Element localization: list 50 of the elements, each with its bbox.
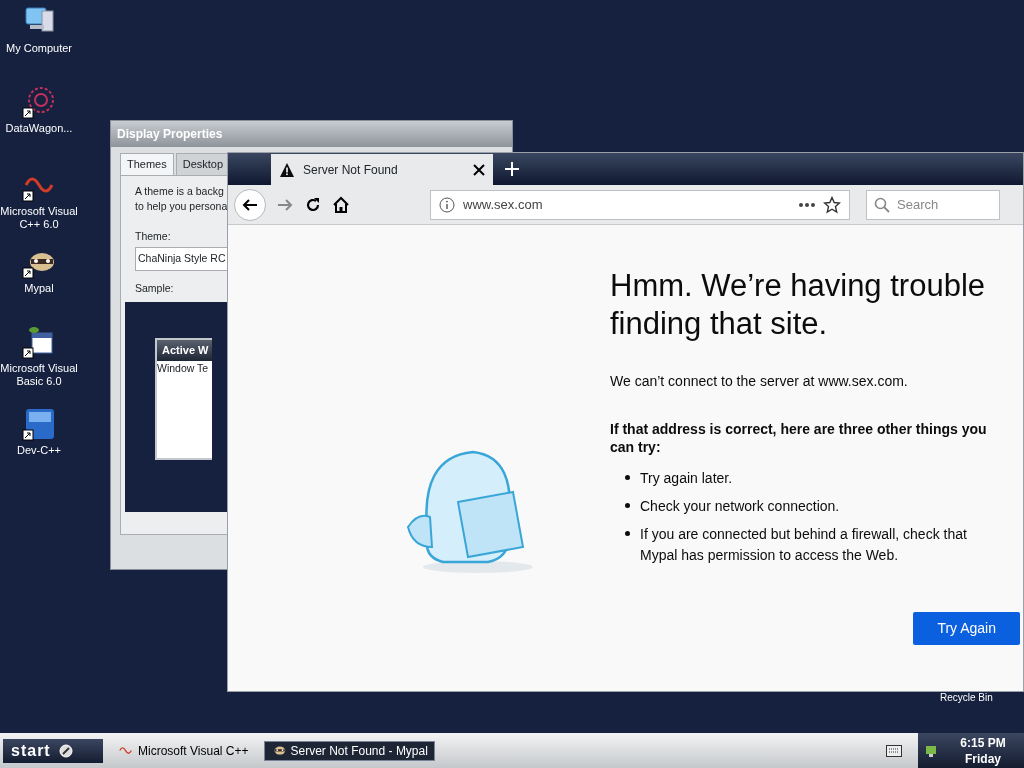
- icon-label[interactable]: Microsoft Visual C++ 6.0: [0, 205, 78, 231]
- field-label: Sample:: [135, 280, 175, 296]
- keyboard-icon: [886, 744, 902, 757]
- browser-tab[interactable]: Server Not Found: [271, 154, 493, 185]
- close-icon[interactable]: [473, 163, 485, 176]
- start-button[interactable]: start: [3, 738, 103, 763]
- description-text: to help you persona: [135, 199, 227, 215]
- bullet-icon: [625, 503, 630, 508]
- suggestion-item: Try again later.: [640, 469, 733, 488]
- star-icon: [823, 195, 841, 214]
- logo-icon: [58, 743, 73, 758]
- tab[interactable]: Themes: [120, 153, 174, 175]
- tab[interactable]: Desktop: [175, 153, 227, 175]
- computer-icon[interactable]: [25, 7, 54, 32]
- plus-icon[interactable]: [504, 161, 520, 177]
- error-heading: Hmm. We’re having trouble finding that site.: [610, 267, 986, 343]
- icon-label[interactable]: My Computer: [6, 42, 72, 55]
- home-icon[interactable]: [332, 195, 350, 214]
- icon-label[interactable]: Dev-C++: [17, 444, 61, 457]
- more-icon: [799, 202, 815, 207]
- sample-window-text: Window Te: [157, 360, 210, 376]
- tab-title: Server Not Found: [303, 161, 399, 179]
- sample-window-title: Active W: [157, 340, 212, 361]
- info-icon: [439, 196, 455, 213]
- try-again-button[interactable]: Try Again: [913, 612, 1020, 645]
- taskbar-button[interactable]: Microsoft Visual C++: [111, 740, 256, 761]
- bullet-icon: [625, 475, 630, 480]
- clock-time: 6:15 PM: [960, 734, 1006, 751]
- url-text: www.sex.com: [463, 195, 544, 214]
- bullet-icon: [625, 531, 630, 536]
- search-field[interactable]: Search: [866, 189, 1000, 220]
- icon-label[interactable]: Mypal: [24, 282, 54, 295]
- icon-label[interactable]: DataWagon...: [5, 122, 73, 135]
- warning-icon: [279, 161, 295, 178]
- back-button[interactable]: [234, 188, 266, 221]
- description-text: A theme is a backg: [135, 183, 225, 199]
- window-title: Display Properties: [116, 126, 223, 143]
- address-bar[interactable]: www.sex.com: [430, 189, 850, 220]
- field-label: Theme:: [135, 229, 172, 244]
- taskbar-button[interactable]: Server Not Found - Mypal: [263, 740, 435, 761]
- suggestions-heading: If that address is correct, here are three other things you can try:: [610, 420, 988, 456]
- icon-label[interactable]: Microsoft Visual Basic 6.0: [0, 362, 78, 388]
- reload-icon[interactable]: [304, 195, 322, 214]
- suggestion-item: If you are connected but behind a firewall, check that Mypal has permission to access the Web.: [640, 525, 968, 565]
- theme-dropdown[interactable]: ChaNinja Style RC: [135, 246, 227, 271]
- raccoon-icon[interactable]: [30, 253, 54, 271]
- error-message: We can’t connect to the server at www.sex.com.: [610, 372, 909, 391]
- suggestion-item: Check your network connection.: [640, 497, 840, 516]
- clock-day: Friday: [965, 750, 1001, 767]
- icon-label[interactable]: Recycle Bin: [940, 690, 993, 705]
